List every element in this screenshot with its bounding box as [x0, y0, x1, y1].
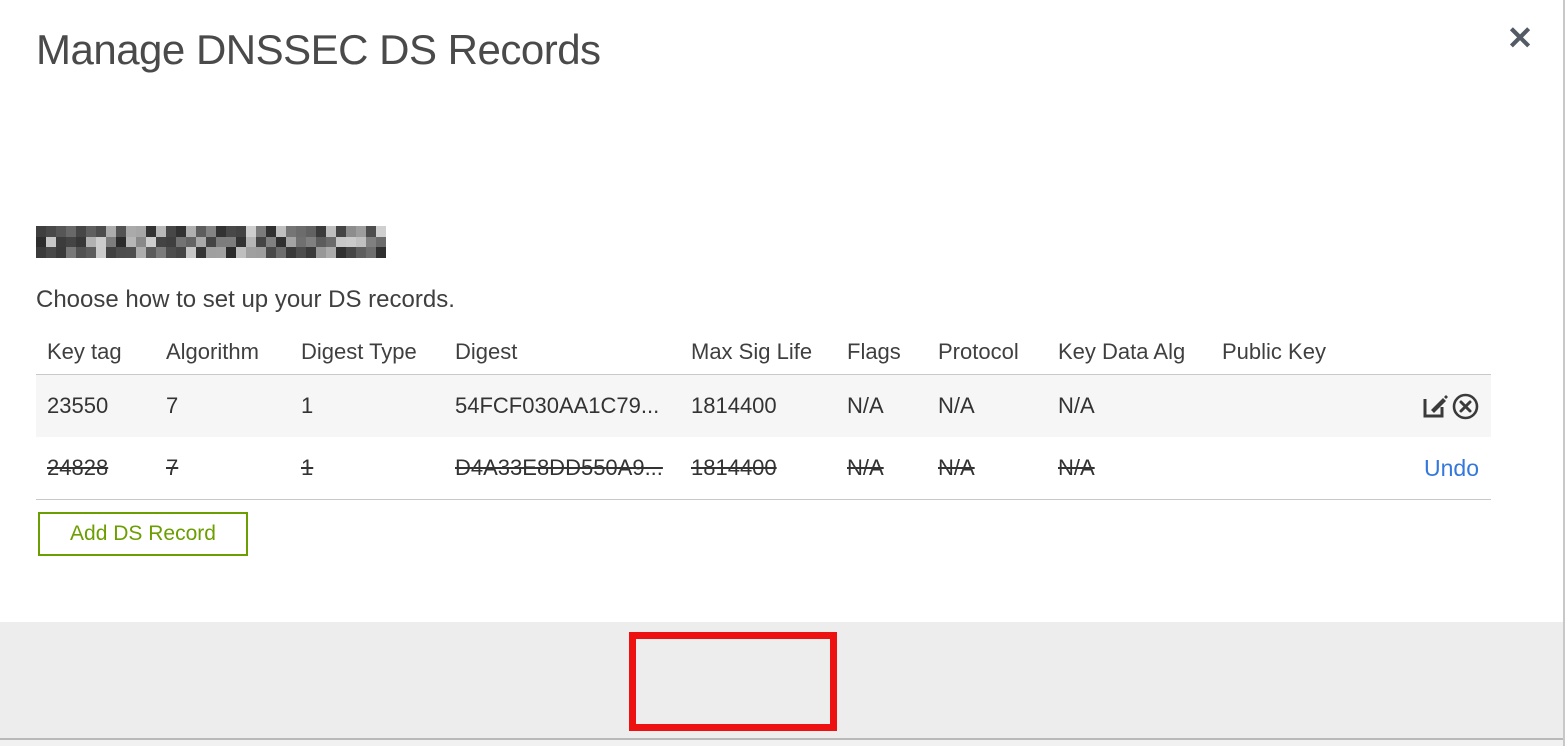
col-header-flags: Flags: [847, 339, 901, 364]
window-right-edge: [1563, 0, 1565, 746]
domain-name-redacted: [36, 226, 386, 258]
ds-records-table: Key tag Algorithm Digest Type Digest Max…: [36, 330, 1491, 500]
cell-key-tag: 23550: [47, 393, 109, 418]
divider: [36, 499, 1491, 500]
cell-key-data-alg: N/A: [1058, 393, 1095, 418]
col-header-digest: Digest: [455, 339, 518, 364]
cell-max-sig-life: 1814400: [691, 455, 777, 480]
dnssec-modal: Manage DNSSEC DS Records ✕ Choose how to…: [0, 0, 1568, 746]
cell-protocol: N/A: [938, 393, 975, 418]
cell-protocol: N/A: [938, 455, 975, 480]
table-row: 23550 7 1 54FCF030AA1C79... 1814400 N/A …: [36, 375, 1491, 437]
delete-icon[interactable]: [1451, 392, 1479, 420]
cell-digest-type: 1: [301, 393, 314, 418]
window-bottom-strip: [0, 740, 1563, 746]
cell-flags: N/A: [847, 393, 884, 418]
cell-algorithm: 7: [166, 455, 179, 480]
cell-digest: D4A33E8DD550A9...: [455, 455, 663, 480]
col-header-algorithm: Algorithm: [166, 339, 259, 364]
col-header-key-tag: Key tag: [47, 339, 122, 364]
add-ds-record-button[interactable]: Add DS Record: [38, 512, 248, 556]
page-title: Manage DNSSEC DS Records: [36, 26, 601, 73]
col-header-digest-type: Digest Type: [301, 339, 417, 364]
cell-algorithm: 7: [166, 393, 179, 418]
cell-key-data-alg: N/A: [1058, 455, 1095, 480]
col-header-key-data-alg: Key Data Alg: [1058, 339, 1186, 364]
modal-footer: Save Cancel: [0, 622, 1563, 738]
edit-icon[interactable]: [1421, 392, 1449, 420]
undo-link[interactable]: Undo: [1424, 455, 1479, 482]
cell-digest-type: 1: [301, 455, 314, 480]
col-header-max-sig-life: Max Sig Life: [691, 339, 813, 364]
cell-flags: N/A: [847, 455, 884, 480]
cell-key-tag: 24828: [47, 455, 109, 480]
table-header-row: Key tag Algorithm Digest Type Digest Max…: [36, 330, 1491, 374]
cell-max-sig-life: 1814400: [691, 393, 777, 418]
close-icon[interactable]: ✕: [1500, 18, 1540, 58]
table-row: 24828 7 1 D4A33E8DD550A9... 1814400 N/A …: [36, 437, 1491, 499]
instruction-text: Choose how to set up your DS records.: [36, 286, 455, 313]
cell-digest: 54FCF030AA1C79...: [455, 393, 660, 418]
col-header-public-key: Public Key: [1222, 339, 1326, 364]
col-header-protocol: Protocol: [938, 339, 1019, 364]
